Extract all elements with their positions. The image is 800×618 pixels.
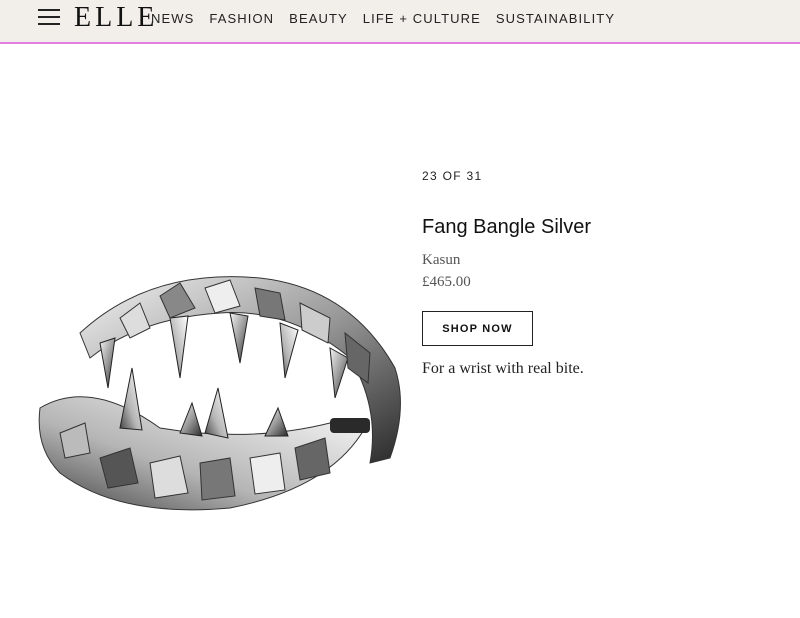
hamburger-menu-icon[interactable] xyxy=(38,7,60,27)
elle-logo[interactable]: ELLE xyxy=(74,2,158,34)
nav-item-news[interactable]: NEWS xyxy=(151,11,194,26)
nav-item-fashion[interactable]: FASHION xyxy=(209,11,274,26)
fang-bangle-illustration xyxy=(38,276,401,511)
product-image xyxy=(30,258,415,523)
shop-now-button[interactable]: SHOP NOW xyxy=(422,311,533,346)
product-title: Fang Bangle Silver xyxy=(422,216,591,238)
product-price: £465.00 xyxy=(422,274,471,290)
slide-counter: 23 OF 31 xyxy=(422,169,483,183)
product-description: For a wrist with real bite. xyxy=(422,360,584,377)
product-brand: Kasun xyxy=(422,252,461,268)
nav-item-life-culture[interactable]: LIFE + CULTURE xyxy=(363,11,481,26)
nav-item-sustainability[interactable]: SUSTAINABILITY xyxy=(496,11,615,26)
site-header: ELLE NEWS FASHION BEAUTY LIFE + CULTURE … xyxy=(0,0,800,44)
main-nav: NEWS FASHION BEAUTY LIFE + CULTURE SUSTA… xyxy=(151,11,630,26)
nav-item-beauty[interactable]: BEAUTY xyxy=(289,11,348,26)
